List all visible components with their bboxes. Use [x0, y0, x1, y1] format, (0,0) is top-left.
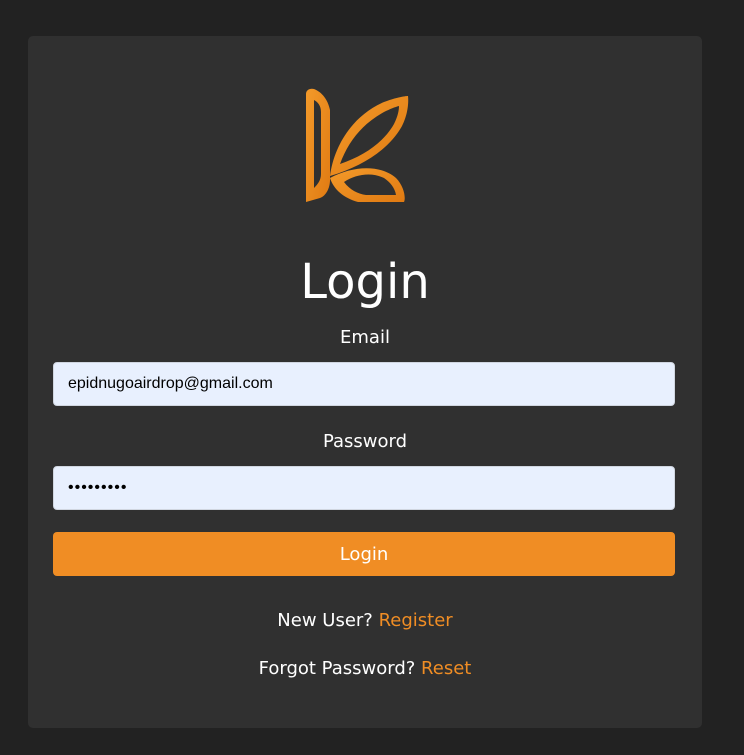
forgot-password-line: Forgot Password? Reset	[28, 657, 702, 681]
login-button[interactable]: Login	[53, 532, 675, 576]
page-title: Login	[300, 254, 430, 310]
k-leaf-logo-icon	[300, 86, 410, 204]
login-card: Login Email Password Login New User? Reg…	[28, 36, 702, 728]
register-link[interactable]: Register	[379, 610, 453, 631]
email-label: Email	[340, 327, 390, 348]
forgot-password-text: Forgot Password?	[258, 658, 422, 679]
new-user-text: New User?	[277, 610, 379, 631]
reset-link[interactable]: Reset	[421, 658, 471, 679]
email-field[interactable]	[53, 362, 675, 406]
password-label: Password	[322, 431, 408, 452]
password-field[interactable]	[53, 466, 675, 510]
new-user-line: New User? Register	[28, 609, 702, 633]
